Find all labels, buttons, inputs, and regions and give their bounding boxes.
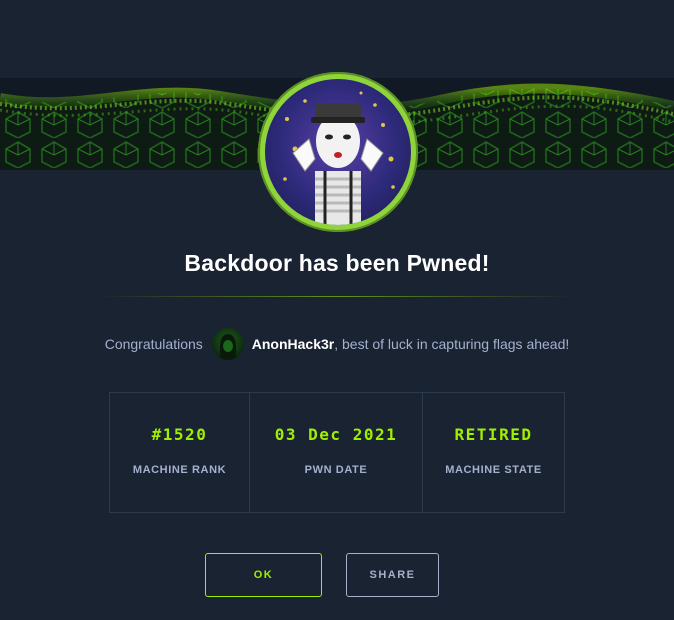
stat-value: 03 Dec 2021: [274, 425, 398, 444]
congrats-message: Congratulations AnonHack3r , best of luc…: [0, 328, 674, 360]
stat-pwn-date: 03 Dec 2021 PWN DATE: [250, 393, 423, 512]
share-button[interactable]: SHARE: [346, 553, 439, 597]
congrats-suffix: , best of luck in capturing flags ahead!: [334, 336, 570, 352]
pwned-modal: Backdoor has been Pwned! Congratulations…: [0, 0, 674, 620]
stats-panel: #1520 MACHINE RANK 03 Dec 2021 PWN DATE …: [109, 392, 565, 513]
stat-machine-state: RETIRED MACHINE STATE: [423, 393, 564, 512]
stat-machine-rank: #1520 MACHINE RANK: [110, 393, 250, 512]
stat-value: RETIRED: [454, 425, 533, 444]
congrats-prefix: Congratulations: [104, 336, 203, 352]
stat-label: MACHINE STATE: [445, 464, 542, 476]
mime-illustration: [265, 79, 411, 225]
pwned-title: Backdoor has been Pwned!: [184, 250, 490, 276]
ok-button[interactable]: OK: [205, 553, 322, 597]
stat-label: PWN DATE: [304, 464, 368, 476]
title-divider: [100, 296, 574, 297]
user-avatar[interactable]: [211, 328, 244, 360]
machine-avatar: [258, 72, 418, 232]
stat-value: #1520: [151, 425, 208, 444]
stat-label: MACHINE RANK: [132, 464, 227, 476]
username-link[interactable]: AnonHack3r: [252, 336, 334, 352]
